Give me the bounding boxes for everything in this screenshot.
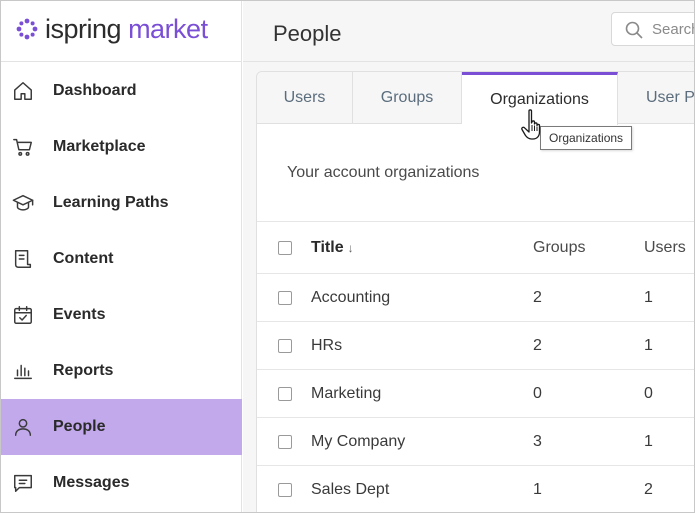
- sidebar-item-label: Learning Paths: [53, 194, 169, 211]
- row-checkbox[interactable]: [278, 338, 292, 353]
- column-header-title[interactable]: Title ↓: [311, 239, 354, 257]
- table-row[interactable]: My Company 3 1: [257, 417, 694, 465]
- divider: [1, 61, 242, 62]
- search-icon: [624, 20, 644, 40]
- table-row[interactable]: Sales Dept 1 2: [257, 465, 694, 512]
- document-icon: [11, 247, 35, 271]
- bar-chart-icon: [11, 359, 35, 383]
- cell-users: 2: [644, 480, 653, 498]
- cell-groups: 3: [533, 432, 542, 450]
- row-checkbox[interactable]: [278, 482, 292, 497]
- sort-down-icon: ↓: [347, 240, 354, 255]
- home-icon: [11, 79, 35, 103]
- cell-users: 1: [644, 336, 653, 354]
- graduation-cap-icon: [11, 191, 35, 215]
- cell-title[interactable]: My Company: [311, 433, 405, 451]
- table-row[interactable]: HRs 2 1: [257, 321, 694, 369]
- sidebar-item-label: Content: [53, 250, 114, 267]
- cell-groups: 1: [533, 480, 542, 498]
- row-checkbox[interactable]: [278, 386, 292, 401]
- cell-users: 1: [644, 288, 653, 306]
- row-checkbox[interactable]: [278, 434, 292, 449]
- person-icon: [11, 415, 35, 439]
- tab-bar: Users Groups Organizations User Pr: [257, 72, 694, 125]
- tab-tooltip: Organizations: [540, 126, 633, 150]
- cell-title[interactable]: Marketing: [311, 385, 381, 403]
- search-input[interactable]: [652, 19, 694, 39]
- sidebar-item-reports[interactable]: Reports: [1, 343, 242, 399]
- table-header-row: Title ↓ Groups Users: [257, 221, 694, 273]
- search-box[interactable]: [611, 12, 694, 46]
- sidebar-item-label: Events: [53, 306, 106, 323]
- tab-groups[interactable]: Groups: [353, 72, 462, 124]
- cell-title[interactable]: Accounting: [311, 289, 390, 307]
- logo-text: ispring market: [45, 13, 208, 44]
- ispring-logo-icon: [16, 18, 38, 40]
- tab-users[interactable]: Users: [257, 72, 353, 124]
- sidebar-item-label: Dashboard: [53, 82, 137, 99]
- sidebar-item-label: People: [53, 418, 106, 435]
- sidebar-item-marketplace[interactable]: Marketplace: [1, 119, 242, 175]
- app-window: ispring market Dashboard Marketplace Lea…: [0, 0, 695, 513]
- sidebar-item-messages[interactable]: Messages: [1, 455, 242, 511]
- sidebar-item-label: Messages: [53, 474, 130, 491]
- column-header-groups[interactable]: Groups: [533, 239, 585, 257]
- cell-title[interactable]: Sales Dept: [311, 481, 389, 499]
- sidebar-item-label: Marketplace: [53, 138, 146, 155]
- cell-groups: 2: [533, 336, 542, 354]
- calendar-check-icon: [11, 303, 35, 327]
- hand-pointer-icon: [521, 109, 541, 140]
- cart-icon: [11, 135, 35, 159]
- message-icon: [11, 471, 35, 495]
- sidebar-item-content[interactable]: Content: [1, 231, 242, 287]
- table-row[interactable]: Accounting 2 1: [257, 273, 694, 321]
- sidebar-item-people[interactable]: People: [1, 399, 242, 455]
- sidebar-nav: Dashboard Marketplace Learning Paths Con…: [1, 63, 242, 511]
- row-checkbox[interactable]: [278, 290, 292, 305]
- organizations-table: Title ↓ Groups Users Accounting 2 1 HRs 2…: [257, 221, 694, 512]
- tab-user-profile[interactable]: User Pr: [618, 72, 694, 124]
- page-header: People: [243, 1, 694, 62]
- logo[interactable]: ispring market: [15, 13, 208, 45]
- section-subtitle: Your account organizations: [287, 164, 480, 181]
- sidebar-item-label: Reports: [53, 362, 114, 379]
- cell-users: 1: [644, 432, 653, 450]
- sidebar-item-events[interactable]: Events: [1, 287, 242, 343]
- cell-title[interactable]: HRs: [311, 337, 342, 355]
- sidebar-item-dashboard[interactable]: Dashboard: [1, 63, 242, 119]
- sidebar-item-learning-paths[interactable]: Learning Paths: [1, 175, 242, 231]
- table-row[interactable]: Marketing 0 0: [257, 369, 694, 417]
- sidebar: ispring market Dashboard Marketplace Lea…: [1, 1, 242, 512]
- column-header-users[interactable]: Users: [644, 239, 686, 257]
- cell-groups: 0: [533, 384, 542, 402]
- select-all-checkbox[interactable]: [278, 240, 292, 255]
- cell-groups: 2: [533, 288, 542, 306]
- page-title: People: [273, 21, 342, 46]
- cell-users: 0: [644, 384, 653, 402]
